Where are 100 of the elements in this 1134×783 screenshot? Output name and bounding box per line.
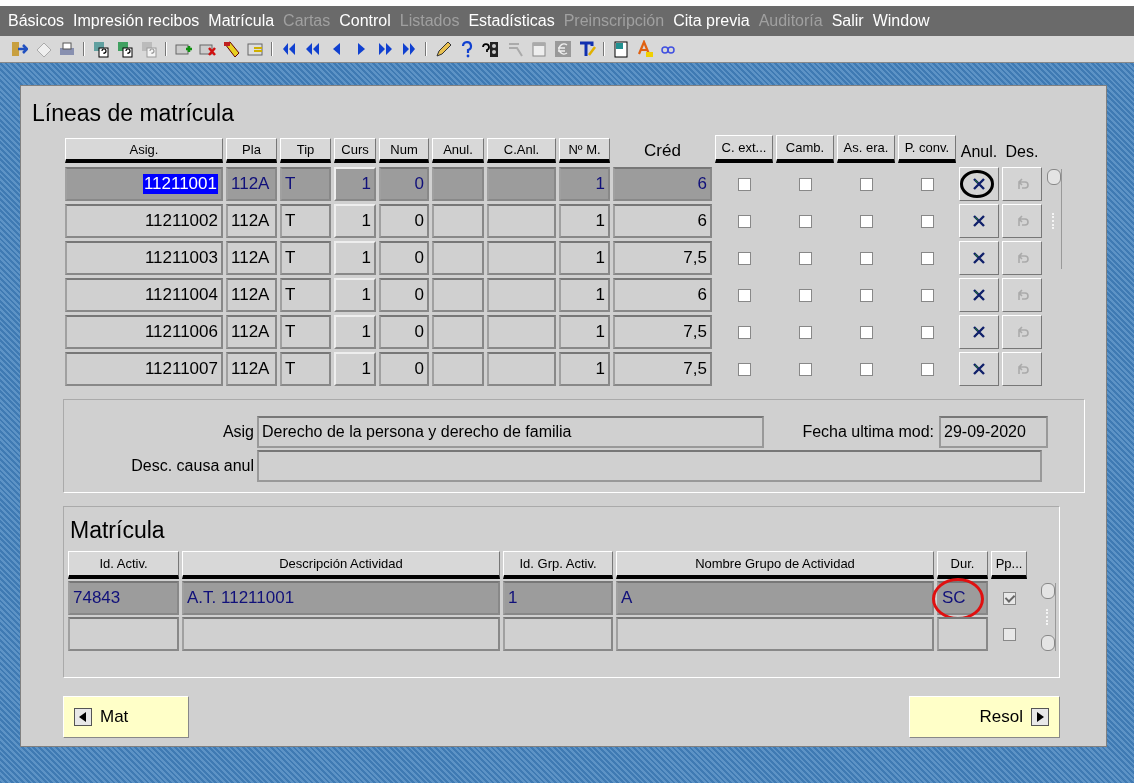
table-cell[interactable]: T — [280, 241, 331, 275]
checkbox[interactable] — [798, 288, 812, 302]
table-cell[interactable]: 1 — [559, 315, 610, 349]
checkbox[interactable] — [1002, 627, 1016, 641]
column-header[interactable]: P. conv. — [898, 135, 956, 163]
table-cell[interactable]: 1 — [334, 315, 376, 349]
checkbox[interactable] — [920, 362, 934, 376]
table-cell[interactable] — [503, 617, 613, 651]
table-cell[interactable] — [487, 352, 556, 386]
checkbox[interactable] — [859, 325, 873, 339]
table-cell[interactable] — [487, 278, 556, 312]
table-cell[interactable]: 0 — [379, 352, 429, 386]
nav-button[interactable]: Mat — [63, 696, 189, 738]
table-cell[interactable]: T — [280, 352, 331, 386]
table-cell[interactable]: T — [280, 167, 331, 201]
table-cell[interactable]: 11211006 — [65, 315, 223, 349]
table-cell[interactable]: 7,5 — [613, 241, 712, 275]
euro-icon[interactable] — [554, 40, 572, 58]
marker-icon[interactable] — [222, 40, 240, 58]
table-cell[interactable]: A.T. 11211001 — [182, 581, 500, 615]
column-header[interactable]: Asig. — [65, 138, 223, 163]
column-header[interactable]: Id. Grp. Activ. — [503, 551, 613, 579]
menu-item[interactable]: Control — [339, 12, 391, 30]
cancel-button[interactable] — [959, 241, 999, 275]
table-cell[interactable]: 112A — [226, 278, 277, 312]
checkbox[interactable] — [859, 362, 873, 376]
table-cell[interactable]: 1 — [334, 204, 376, 238]
column-header[interactable]: Dur. — [937, 551, 988, 579]
checkbox[interactable] — [798, 214, 812, 228]
document-icon[interactable] — [612, 40, 630, 58]
table-cell[interactable] — [432, 352, 484, 386]
checkbox[interactable] — [1002, 591, 1016, 605]
table-cell[interactable]: 112A — [226, 204, 277, 238]
menu-item[interactable]: Impresión recibos — [73, 12, 200, 30]
table-cell[interactable]: 1 — [334, 352, 376, 386]
menu-item[interactable]: Cita previa — [673, 12, 750, 30]
table-cell[interactable] — [68, 617, 179, 651]
column-header[interactable]: C. ext... — [715, 135, 773, 163]
column-header[interactable]: Tip — [280, 138, 331, 163]
table-cell[interactable]: T — [280, 315, 331, 349]
table-cell[interactable]: 7,5 — [613, 352, 712, 386]
table-cell[interactable]: 112A — [226, 352, 277, 386]
table-cell[interactable]: 74843 — [68, 581, 179, 615]
column-header[interactable]: Num — [379, 138, 429, 163]
table-cell[interactable]: 1 — [559, 278, 610, 312]
scrollbar[interactable] — [1047, 169, 1062, 269]
checkbox[interactable] — [737, 251, 751, 265]
table-cell[interactable] — [487, 204, 556, 238]
table-cell[interactable]: 112A — [226, 315, 277, 349]
cancel-button[interactable] — [959, 315, 999, 349]
checkbox[interactable] — [920, 177, 934, 191]
table-cell[interactable]: 6 — [613, 204, 712, 238]
checkbox[interactable] — [798, 362, 812, 376]
checkbox[interactable] — [859, 251, 873, 265]
table-cell[interactable]: 1 — [559, 352, 610, 386]
table-cell[interactable]: 11211003 — [65, 241, 223, 275]
next-set-icon[interactable] — [376, 40, 394, 58]
checkbox[interactable] — [859, 177, 873, 191]
menu-item[interactable]: Estadísticas — [468, 12, 555, 30]
table-cell[interactable] — [937, 617, 988, 651]
table-cell[interactable]: 6 — [613, 167, 712, 201]
table-cell[interactable]: 1 — [503, 581, 613, 615]
checkbox[interactable] — [737, 214, 751, 228]
exit-icon[interactable] — [10, 40, 28, 58]
column-header[interactable]: Id. Activ. — [68, 551, 179, 579]
column-header[interactable]: Pla — [226, 138, 277, 163]
table-cell[interactable] — [487, 315, 556, 349]
table-cell[interactable] — [432, 241, 484, 275]
table-cell[interactable]: 11211002 — [65, 204, 223, 238]
checkbox[interactable] — [859, 288, 873, 302]
table-cell[interactable] — [487, 241, 556, 275]
checkbox[interactable] — [798, 177, 812, 191]
checkbox[interactable] — [920, 214, 934, 228]
checkbox[interactable] — [737, 288, 751, 302]
table-cell[interactable]: 1 — [559, 204, 610, 238]
list-icon[interactable] — [246, 40, 264, 58]
table-cell[interactable]: 11211001 — [65, 167, 223, 201]
text-field[interactable] — [257, 450, 1042, 482]
menu-item[interactable]: Básicos — [8, 12, 65, 30]
column-header[interactable]: Pp... — [991, 551, 1027, 579]
table-cell[interactable]: 1 — [334, 241, 376, 275]
table-cell[interactable]: 0 — [379, 167, 429, 201]
last-icon[interactable] — [400, 40, 418, 58]
column-header[interactable]: Camb. — [776, 135, 834, 163]
table-cell[interactable] — [432, 204, 484, 238]
font-color-icon[interactable] — [636, 40, 654, 58]
text-tool-icon[interactable] — [578, 40, 596, 58]
table-cell[interactable] — [432, 278, 484, 312]
table-cell[interactable]: T — [280, 204, 331, 238]
column-header[interactable]: Nº M. — [559, 138, 610, 163]
menu-item[interactable]: Window — [872, 12, 930, 30]
table-cell[interactable]: 1 — [334, 167, 376, 201]
query-icon[interactable] — [92, 40, 110, 58]
cancel-button[interactable] — [959, 278, 999, 312]
table-cell[interactable]: 1 — [559, 167, 610, 201]
nav-button[interactable]: Resol — [909, 696, 1060, 738]
scrollbar[interactable] — [1041, 583, 1056, 651]
checkbox[interactable] — [798, 251, 812, 265]
table-cell[interactable]: 1 — [559, 241, 610, 275]
checkbox[interactable] — [920, 251, 934, 265]
